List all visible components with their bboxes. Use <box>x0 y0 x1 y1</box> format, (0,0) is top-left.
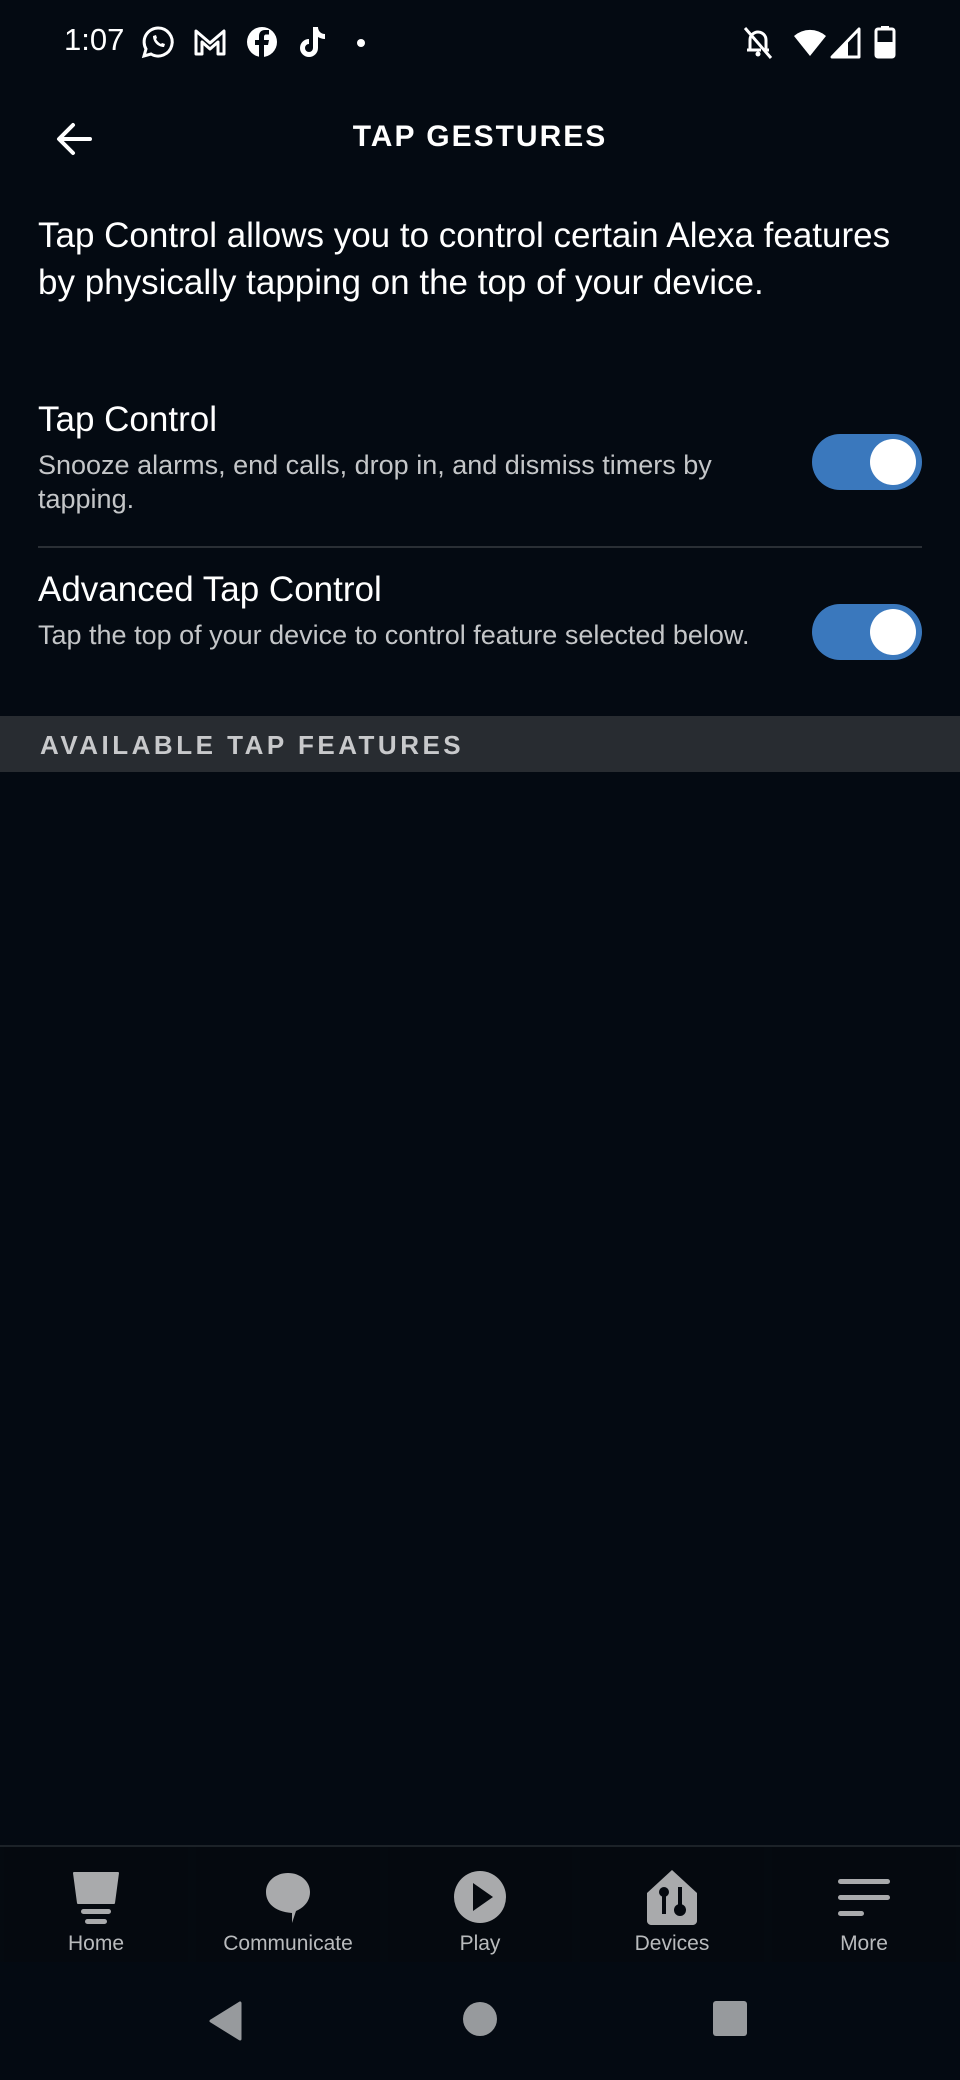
system-navigation-bar <box>0 1960 960 2080</box>
devices-icon <box>647 1870 697 1925</box>
alarm-off-icon <box>743 27 773 59</box>
app-bar: TAP GESTURES <box>0 100 960 180</box>
facebook-icon <box>247 27 277 57</box>
toggle-knob <box>870 439 916 485</box>
nav-label: Communicate <box>223 1932 353 1955</box>
cell-signal-icon <box>830 27 861 59</box>
home-circle-icon[interactable] <box>462 2000 498 2038</box>
setting-description: Tap the top of your device to control fe… <box>38 620 750 650</box>
back-triangle-icon[interactable] <box>208 2000 244 2042</box>
whatsapp-icon <box>141 26 174 59</box>
intro-text: Tap Control allows you to control certai… <box>38 216 891 302</box>
divider <box>38 546 922 548</box>
status-bar: 1:07 <box>0 0 960 90</box>
tiktok-icon <box>300 27 325 57</box>
more-dot-icon <box>357 39 365 47</box>
setting-tap-control: Tap Control Snooze alarms, end calls, dr… <box>38 400 922 516</box>
status-time: 1:07 <box>64 22 125 57</box>
battery-icon <box>874 26 896 59</box>
nav-item-home[interactable]: Home <box>4 1847 188 1962</box>
toggle-knob <box>870 609 916 655</box>
chat-bubble-icon <box>266 1873 310 1923</box>
nav-label: Play <box>459 1932 501 1955</box>
nav-label: More <box>840 1932 888 1955</box>
bottom-nav: Home Communicate Play Devices More <box>0 1845 960 1962</box>
gmail-icon <box>194 29 226 56</box>
setting-name: Tap Control <box>38 400 217 439</box>
menu-icon <box>838 1879 890 1916</box>
tap-control-toggle[interactable] <box>812 434 922 490</box>
nav-item-communicate[interactable]: Communicate <box>196 1847 380 1962</box>
nav-item-devices[interactable]: Devices <box>580 1847 764 1962</box>
nav-label: Devices <box>634 1932 710 1955</box>
section-header: AVAILABLE TAP FEATURES <box>0 716 960 772</box>
home-icon <box>73 1872 119 1924</box>
nav-label: Home <box>67 1932 125 1955</box>
setting-description: Snooze alarms, end calls, drop in, and d… <box>38 450 712 514</box>
section-header-label: AVAILABLE TAP FEATURES <box>40 730 465 760</box>
setting-name: Advanced Tap Control <box>38 570 382 609</box>
advanced-tap-control-toggle[interactable] <box>812 604 922 660</box>
recents-square-icon[interactable] <box>712 2000 748 2038</box>
play-icon <box>454 1871 506 1923</box>
page-title: TAP GESTURES <box>352 120 608 153</box>
nav-item-more[interactable]: More <box>772 1847 956 1962</box>
wifi-icon <box>794 29 826 56</box>
setting-advanced-tap-control: Advanced Tap Control Tap the top of your… <box>38 570 922 660</box>
nav-item-play[interactable]: Play <box>388 1847 572 1962</box>
